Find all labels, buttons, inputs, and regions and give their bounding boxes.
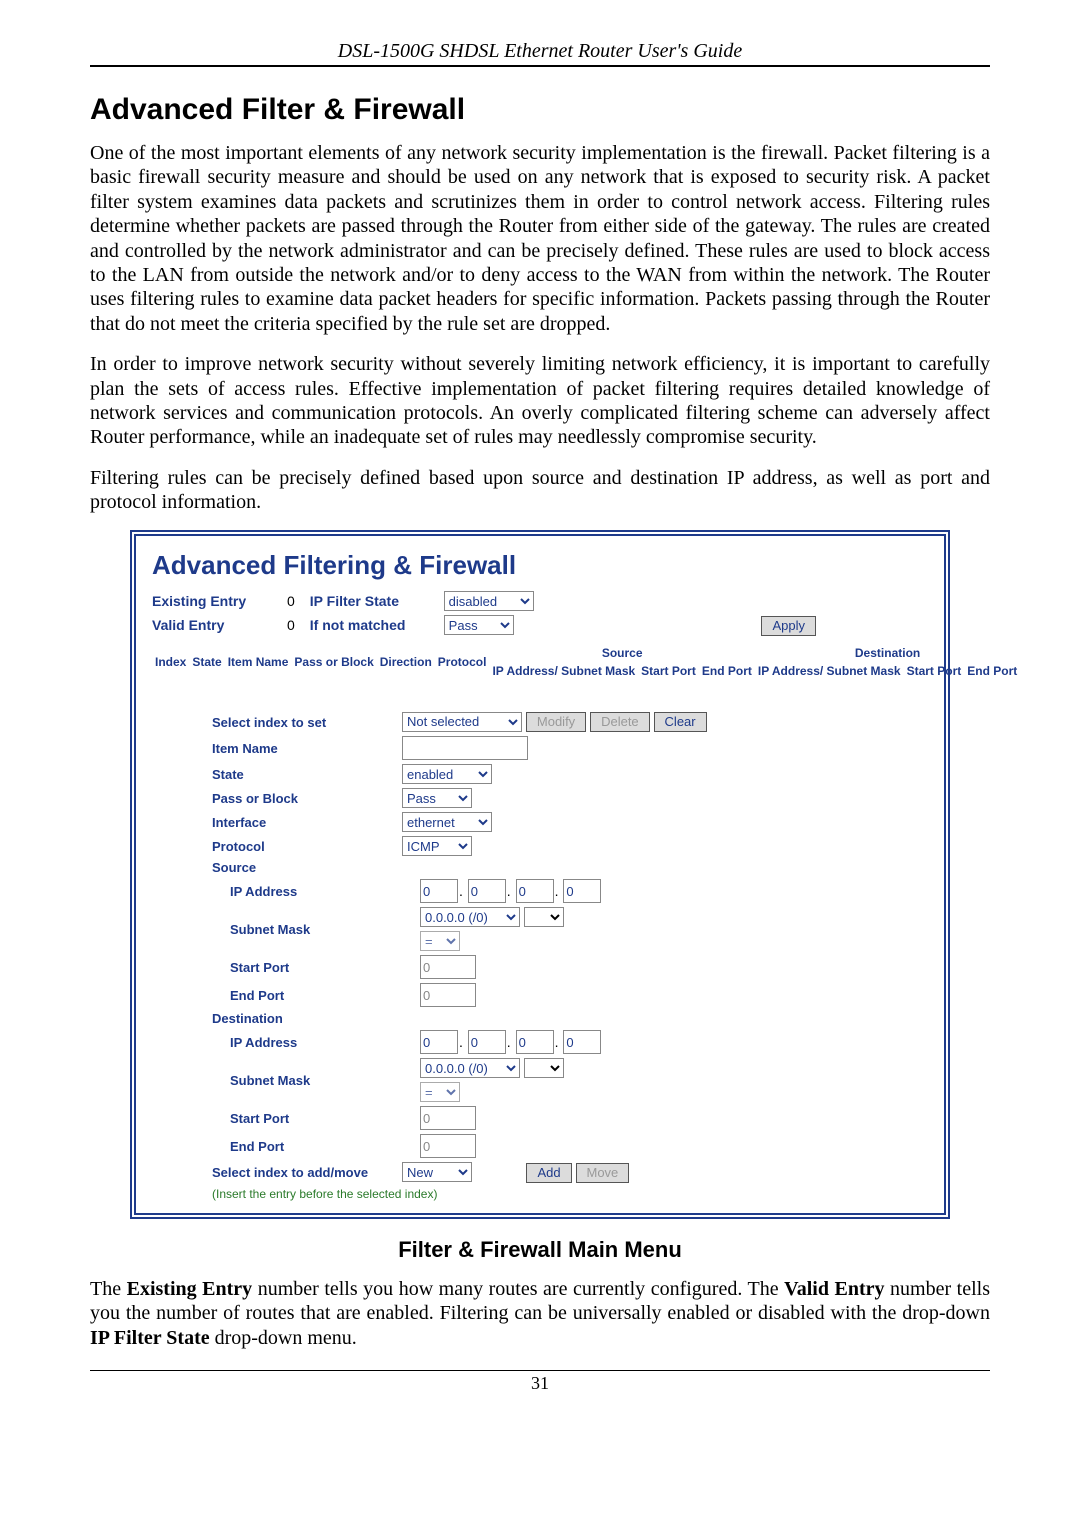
col-pass-block: Pass or Block xyxy=(291,644,376,680)
src-ip-o3[interactable] xyxy=(516,879,554,903)
dst-ip-o3[interactable] xyxy=(516,1030,554,1054)
col-index: Index xyxy=(152,644,189,680)
src-eq-select: = xyxy=(420,931,460,951)
src-startport-label: Start Port xyxy=(152,960,420,975)
src-endport-label: End Port xyxy=(152,988,420,1003)
destination-heading: Destination xyxy=(152,1011,402,1026)
col-dst-start: Start Port xyxy=(904,662,965,680)
item-name-input[interactable] xyxy=(402,736,528,760)
select-index-add-label: Select index to add/move xyxy=(152,1165,402,1181)
passblock-label: Pass or Block xyxy=(152,791,402,806)
interface-label: Interface xyxy=(152,815,402,830)
source-heading: Source xyxy=(152,860,402,875)
dst-ip-input-group: . . . xyxy=(420,1030,928,1054)
dst-endport-input xyxy=(420,1134,476,1158)
paragraph-4: The Existing Entry number tells you how … xyxy=(90,1277,990,1350)
page-number: 31 xyxy=(90,1371,990,1394)
interface-select[interactable]: ethernet xyxy=(402,812,492,832)
col-dst-ip: IP Address/ Subnet Mask xyxy=(755,662,904,680)
col-src-end: End Port xyxy=(699,662,755,680)
dst-endport-label: End Port xyxy=(152,1139,420,1154)
existing-entry-value: 0 xyxy=(276,593,306,609)
clear-button[interactable]: Clear xyxy=(654,712,707,732)
paragraph-3: Filtering rules can be precisely defined… xyxy=(90,466,990,515)
src-ip-label: IP Address xyxy=(152,884,420,899)
dst-eq-select: = xyxy=(420,1082,460,1102)
col-src-ip: IP Address/ Subnet Mask xyxy=(489,662,638,680)
config-panel: Advanced Filtering & Firewall Existing E… xyxy=(130,530,950,1219)
state-select[interactable]: enabled xyxy=(402,764,492,784)
modify-button[interactable]: Modify xyxy=(526,712,586,732)
select-index-set-select[interactable]: Not selected xyxy=(402,712,522,732)
state-label: State xyxy=(152,767,402,782)
apply-button[interactable]: Apply xyxy=(761,616,816,636)
paragraph-1: One of the most important elements of an… xyxy=(90,141,990,336)
item-name-label: Item Name xyxy=(152,741,402,756)
src-subnet-select[interactable]: 0.0.0.0 (/0) xyxy=(420,907,520,927)
dst-subnet-eq-select[interactable] xyxy=(524,1058,564,1078)
protocol-label: Protocol xyxy=(152,839,402,854)
existing-entry-label: Existing Entry xyxy=(152,593,272,609)
valid-entry-value: 0 xyxy=(276,617,306,633)
dst-startport-label: Start Port xyxy=(152,1111,420,1126)
dst-startport-input xyxy=(420,1106,476,1130)
paragraph-2: In order to improve network security wit… xyxy=(90,352,990,450)
col-item-name: Item Name xyxy=(225,644,292,680)
dst-ip-o2[interactable] xyxy=(468,1030,506,1054)
delete-button[interactable]: Delete xyxy=(590,712,650,732)
col-src-start: Start Port xyxy=(638,662,699,680)
dst-ip-label: IP Address xyxy=(152,1035,420,1050)
col-source: Source xyxy=(489,644,754,662)
filter-table: Index State Item Name Pass or Block Dire… xyxy=(152,644,1020,680)
panel-title: Advanced Filtering & Firewall xyxy=(152,550,928,581)
col-protocol: Protocol xyxy=(435,644,490,680)
src-startport-input xyxy=(420,955,476,979)
protocol-select[interactable]: ICMP xyxy=(402,836,472,856)
move-button[interactable]: Move xyxy=(576,1163,630,1183)
ip-filter-state-label: IP Filter State xyxy=(310,593,440,609)
select-index-set-label: Select index to set xyxy=(152,715,402,730)
dst-ip-o4[interactable] xyxy=(563,1030,601,1054)
running-head: DSL-1500G SHDSL Ethernet Router User's G… xyxy=(90,40,990,67)
col-state: State xyxy=(189,644,224,680)
col-dst-end: End Port xyxy=(964,662,1020,680)
src-ip-o4[interactable] xyxy=(563,879,601,903)
dst-ip-o1[interactable] xyxy=(420,1030,458,1054)
src-ip-o2[interactable] xyxy=(468,879,506,903)
dst-subnet-label: Subnet Mask xyxy=(152,1073,420,1088)
valid-entry-label: Valid Entry xyxy=(152,617,272,633)
passblock-select[interactable]: Pass xyxy=(402,788,472,808)
src-subnet-label: Subnet Mask xyxy=(152,922,420,937)
src-ip-input-group: . . . xyxy=(420,879,928,903)
src-endport-input xyxy=(420,983,476,1007)
figure-caption: Filter & Firewall Main Menu xyxy=(90,1237,990,1263)
section-heading: Advanced Filter & Firewall xyxy=(90,93,990,127)
select-index-add-select[interactable]: New xyxy=(402,1162,472,1182)
if-not-matched-label: If not matched xyxy=(310,617,440,633)
col-direction: Direction xyxy=(377,644,435,680)
if-not-matched-select[interactable]: Pass xyxy=(444,615,514,635)
src-subnet-eq-select[interactable] xyxy=(524,907,564,927)
ip-filter-state-select[interactable]: disabled xyxy=(444,591,534,611)
add-button[interactable]: Add xyxy=(526,1163,571,1183)
insert-note: (Insert the entry before the selected in… xyxy=(212,1187,437,1201)
col-destination: Destination xyxy=(755,644,1020,662)
dst-subnet-select[interactable]: 0.0.0.0 (/0) xyxy=(420,1058,520,1078)
src-ip-o1[interactable] xyxy=(420,879,458,903)
